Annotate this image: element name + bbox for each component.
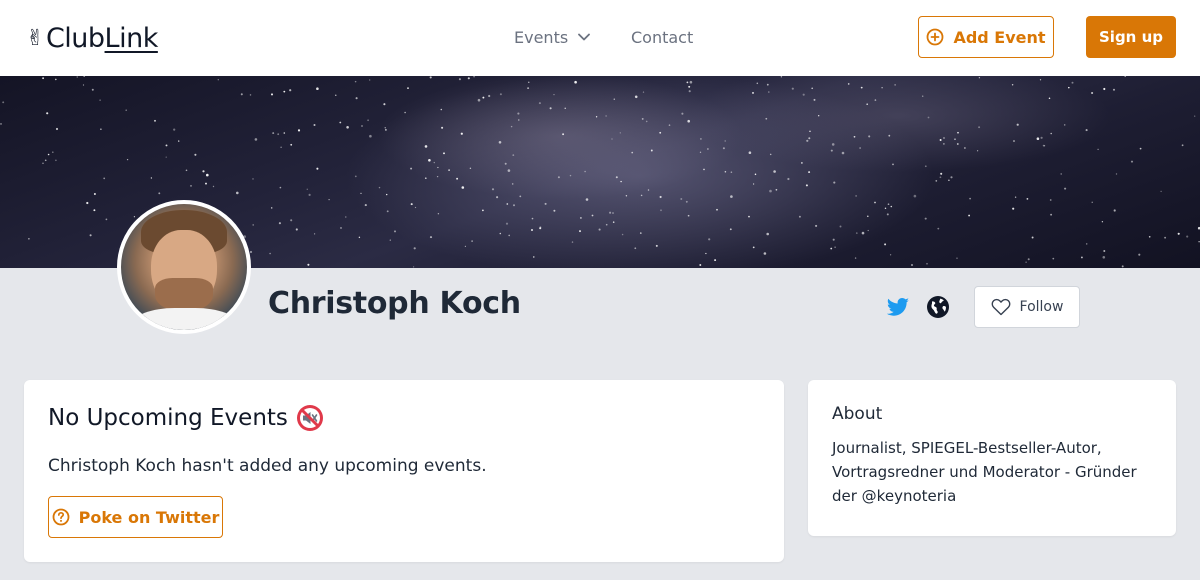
nav-events-dropdown[interactable]: Events xyxy=(514,26,591,48)
clublink-logo[interactable]: ✌ Club Link xyxy=(26,20,158,56)
twitter-icon[interactable] xyxy=(886,295,910,319)
plus-circle-icon xyxy=(927,28,944,46)
sign-up-label: Sign up xyxy=(1099,28,1163,46)
poke-on-twitter-button[interactable]: Poke on Twitter xyxy=(48,496,223,538)
globe-icon[interactable] xyxy=(926,295,950,319)
nav-contact-label: Contact xyxy=(631,27,694,47)
about-card: About Journalist, SPIEGEL-Bestseller-Aut… xyxy=(808,380,1176,536)
muted-speaker-icon xyxy=(296,405,323,431)
nav-events-label: Events xyxy=(514,27,569,47)
heart-icon xyxy=(991,298,1010,316)
upcoming-events-card: No Upcoming Events Christoph Koch hasn't… xyxy=(24,380,784,562)
events-card-title-text: No Upcoming Events xyxy=(48,405,288,431)
about-bio: Journalist, SPIEGEL-Bestseller-Autor, Vo… xyxy=(832,439,1137,505)
follow-label: Follow xyxy=(1019,299,1064,315)
site-header: ✌ Club Link Events Contact Add Event Sign… xyxy=(0,0,1200,76)
poke-label: Poke on Twitter xyxy=(78,507,220,527)
about-heading: About xyxy=(832,404,883,424)
question-circle-icon xyxy=(52,508,70,526)
logo-text-link: Link xyxy=(104,22,159,54)
add-event-label: Add Event xyxy=(953,27,1046,47)
victory-hand-icon: ✌ xyxy=(26,25,44,51)
sign-up-button[interactable]: Sign up xyxy=(1086,16,1176,58)
nav-contact-link[interactable]: Contact xyxy=(631,26,693,48)
events-card-description: Christoph Koch hasn't added any upcoming… xyxy=(48,456,487,476)
chevron-down-icon xyxy=(578,33,591,41)
profile-name: Christoph Koch xyxy=(268,286,521,321)
logo-text-club: Club xyxy=(45,22,105,54)
avatar xyxy=(117,200,251,334)
events-card-title: No Upcoming Events xyxy=(48,404,324,432)
add-event-button[interactable]: Add Event xyxy=(918,16,1054,58)
follow-button[interactable]: Follow xyxy=(974,286,1080,328)
